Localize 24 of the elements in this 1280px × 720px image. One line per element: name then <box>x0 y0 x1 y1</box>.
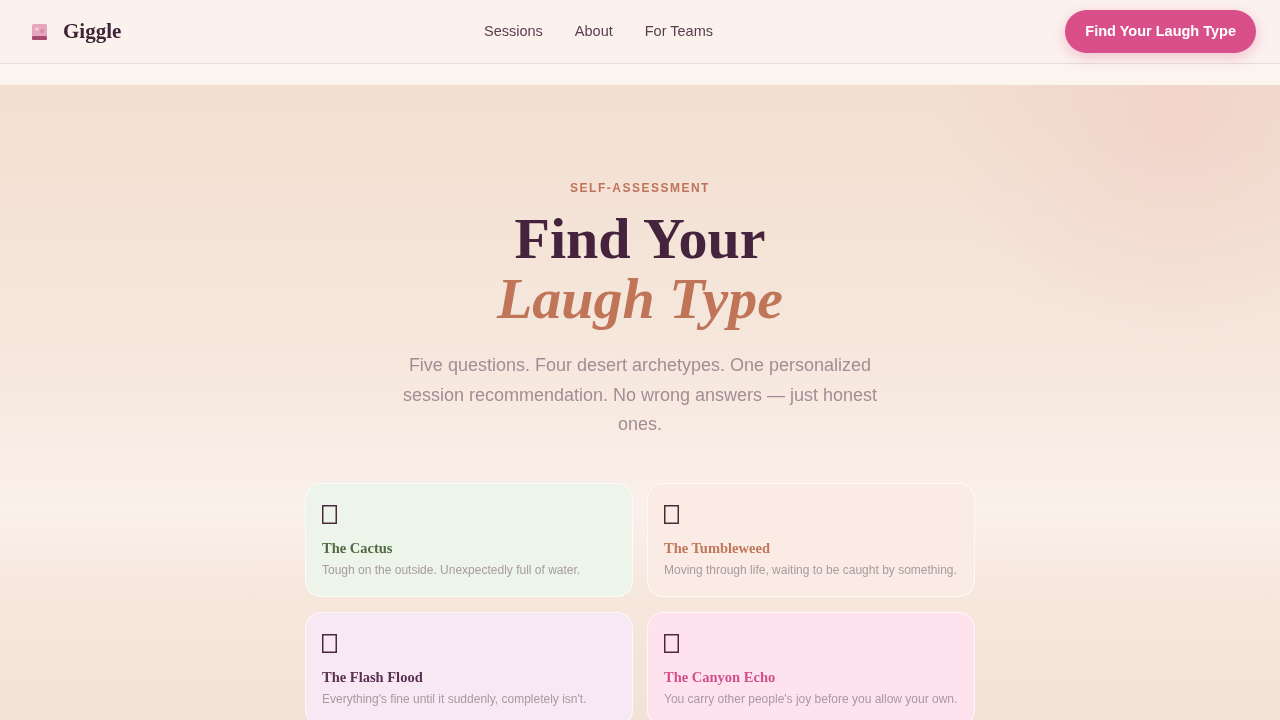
square-outline-icon <box>322 504 337 524</box>
type-name: The Cactus <box>322 538 394 557</box>
logo-icon <box>32 23 47 40</box>
eyebrow-label: SELF-ASSESSMENT <box>569 181 711 195</box>
nav-link[interactable]: For Teams <box>644 20 713 43</box>
square-outline-icon <box>664 633 679 653</box>
laugh-type-card[interactable]: The Flash Flood Everything's fine until it suddenly, completely isn't. <box>305 611 633 720</box>
square-outline-icon <box>664 504 679 524</box>
type-description: You carry other people's joy before you allow your own. <box>664 690 958 707</box>
brand-name[interactable]: Giggle <box>63 15 122 48</box>
type-description: Everything's fine until it suddenly, completely isn't. <box>322 690 588 707</box>
find-laugh-type-button[interactable]: Find Your Laugh Type <box>1065 9 1256 54</box>
square-outline-icon <box>322 633 337 653</box>
type-description: Moving through life, waiting to be caught by something. <box>664 561 958 578</box>
heading-accent-text: Laugh Type <box>495 269 785 329</box>
nav-link[interactable]: About <box>574 20 613 43</box>
intro-paragraph: Five questions. Four desert archetypes. One personalized session recommendation. No wrong answers — just honest ones. <box>401 354 879 436</box>
type-name: The Canyon Echo <box>664 667 777 686</box>
type-name: The Tumbleweed <box>664 538 771 557</box>
type-description: Tough on the outside. Unexpectedly full of water. <box>322 561 582 578</box>
laugh-type-card[interactable]: The Cactus Tough on the outside. Unexpectedly full of water. <box>305 482 633 597</box>
type-name: The Flash Flood <box>322 667 424 686</box>
heading-text: Find Your <box>513 209 767 269</box>
nav-link[interactable]: Sessions <box>484 20 543 43</box>
